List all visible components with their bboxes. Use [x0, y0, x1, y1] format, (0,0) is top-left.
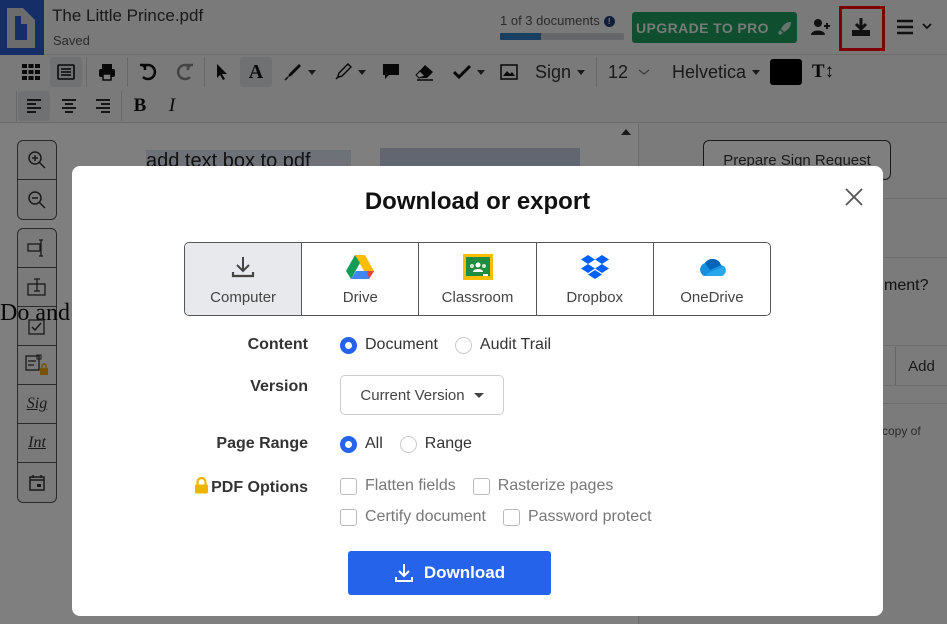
dropbox-icon: [580, 255, 609, 279]
pdf-options-text: PDF Options: [211, 479, 308, 496]
destination-computer[interactable]: Computer: [185, 243, 303, 315]
content-label: Content: [247, 336, 308, 353]
destination-drive[interactable]: Drive: [302, 243, 420, 315]
checkbox-label: Certify document: [365, 508, 486, 525]
download-tray-icon: [231, 257, 255, 278]
content-audit-trail-radio[interactable]: [454, 336, 472, 354]
close-icon: [845, 188, 863, 206]
caret-down-icon: [473, 392, 484, 398]
radio-label: Document: [365, 336, 438, 353]
checkbox-label: Password protect: [527, 508, 652, 525]
destination-label: Drive: [342, 289, 378, 306]
version-value: Current Version: [360, 386, 465, 404]
destination-classroom[interactable]: Classroom: [419, 243, 537, 315]
password-protect-checkbox[interactable]: [502, 508, 520, 526]
destination-selector: Computer Drive Classroom Dropbox OneDriv…: [184, 242, 771, 316]
download-export-dialog: Download or export Computer Drive Classr…: [72, 166, 883, 616]
download-label: Download: [423, 563, 506, 582]
page-range-radio-group: All Range: [340, 435, 489, 453]
destination-label: Classroom: [441, 289, 514, 306]
pdf-options-label: PDF Options: [72, 477, 308, 497]
google-classroom-icon: [462, 254, 493, 280]
certify-document-checkbox[interactable]: [340, 508, 357, 526]
pdf-options-row-1: Flatten fields Rasterize pages: [340, 477, 630, 495]
google-drive-icon: [346, 255, 375, 279]
destination-onedrive[interactable]: OneDrive: [653, 243, 770, 315]
checkbox-label: Flatten fields: [365, 477, 456, 494]
download-button[interactable]: Download: [348, 551, 551, 595]
close-button[interactable]: [842, 185, 866, 209]
version-label: Version: [250, 378, 308, 395]
radio-label: Range: [424, 435, 472, 452]
content-document-radio[interactable]: [340, 336, 357, 354]
radio-label: Audit Trail: [479, 336, 552, 353]
destination-label: OneDrive: [680, 289, 744, 306]
radio-label: All: [365, 435, 383, 452]
destination-label: Dropbox: [566, 289, 624, 306]
download-icon: [394, 564, 413, 582]
page-range-label: Page Range: [216, 435, 308, 452]
pdf-options-row-2: Certify document Password protect: [340, 508, 669, 526]
version-select[interactable]: Current Version: [340, 375, 504, 415]
dialog-title: Download or export: [364, 188, 591, 215]
destination-dropbox[interactable]: Dropbox: [536, 243, 654, 315]
lock-icon: [195, 477, 209, 494]
destination-label: Computer: [210, 289, 277, 306]
onedrive-icon: [699, 258, 726, 276]
content-radio-group: Document Audit Trail: [340, 336, 568, 354]
page-range-range-radio[interactable]: [399, 435, 417, 453]
checkbox-label: Rasterize pages: [497, 477, 614, 494]
page-range-all-radio[interactable]: [340, 435, 357, 453]
flatten-fields-checkbox[interactable]: [340, 477, 357, 495]
rasterize-pages-checkbox[interactable]: [472, 477, 490, 495]
